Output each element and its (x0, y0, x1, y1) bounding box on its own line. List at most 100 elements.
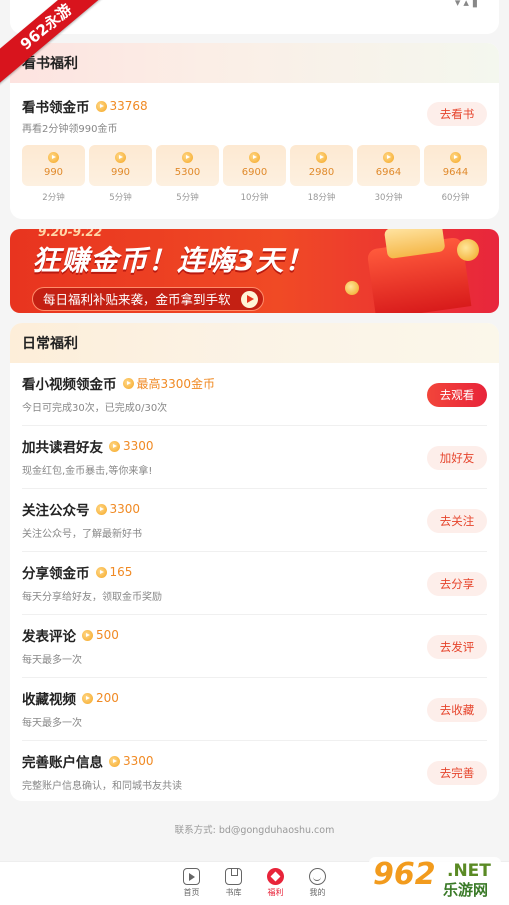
watermark-logo-number: 962 (373, 857, 436, 892)
task-reward: 3300 (109, 502, 141, 516)
reward-amount: 990 (110, 167, 131, 178)
promo-subtitle: 每日福利补贴来袭，金币拿到手软 (43, 292, 231, 307)
play-icon (183, 868, 200, 885)
task-reward: 500 (96, 628, 119, 642)
coin-icon (182, 152, 193, 163)
task-row: 完善账户信息 3300 完整账户信息确认，和同城书友共读 去完善 (22, 741, 487, 801)
daily-welfare-card: 日常福利 看小视频领金币 最高3300金币 今日可完成30次，已完成0/30次 去… (10, 323, 499, 801)
reading-welfare-header: 看书福利 (10, 43, 499, 83)
reading-task-row: 看书领金币 33768 再看2分钟领990金币 去看书 (22, 83, 487, 145)
task-desc: 关注公众号，了解最新好书 (22, 529, 142, 540)
reward-slot[interactable]: 990 5分钟 (89, 145, 152, 203)
tab-label: 我的 (309, 888, 326, 897)
arrow-right-icon (240, 291, 258, 308)
reward-amount: 2980 (308, 167, 335, 178)
task-title: 加共读君好友 (22, 440, 103, 456)
coin-icon (115, 152, 126, 163)
tab-home[interactable]: 首页 (171, 862, 213, 905)
coin-icon (345, 281, 359, 295)
reward-duration: 60分钟 (441, 193, 470, 203)
reward-amount: 6964 (375, 167, 402, 178)
coin-icon (122, 377, 134, 389)
watermark-logo-cn: 乐游网 (443, 881, 489, 899)
task-desc: 每天分享给好友，领取金币奖励 (22, 592, 162, 603)
task-desc: 每天最多一次 (22, 655, 82, 666)
coin-icon (82, 692, 93, 704)
coin-icon (249, 152, 260, 163)
reading-coin-balance: 33768 (109, 99, 148, 113)
task-title: 发表评论 (22, 629, 76, 645)
promo-subtitle-pill[interactable]: 每日福利补贴来袭，金币拿到手软 (32, 287, 264, 311)
promo-title: 狂赚金币！连嗨3天！ (32, 244, 314, 277)
coin-icon (383, 152, 394, 163)
promo-banner[interactable]: 9.20-9.22 狂赚金币！连嗨3天！ 每日福利补贴来袭，金币拿到手软 (10, 229, 499, 313)
reading-welfare-card: 看书福利 看书领金币 33768 再看2分钟领990金币 去看书 990 2分钟 … (10, 43, 499, 219)
coin-icon (82, 629, 93, 641)
task-title: 看小视频领金币 (22, 377, 117, 393)
task-title: 分享领金币 (22, 566, 90, 582)
coin-icon (95, 100, 107, 112)
go-read-button[interactable]: 去看书 (427, 102, 487, 126)
task-desc: 今日可完成30次，已完成0/30次 (22, 403, 168, 414)
task-row: 关注公众号 3300 关注公众号，了解最新好书 去关注 (22, 489, 487, 552)
reward-amount: 9644 (442, 167, 469, 178)
favorite-button[interactable]: 去收藏 (427, 698, 487, 722)
reward-amount: 6900 (241, 167, 268, 178)
reward-amount: 990 (43, 167, 64, 178)
task-desc: 每天最多一次 (22, 718, 82, 729)
gift-icon (267, 868, 284, 885)
watermark-logo-net: .NET (447, 861, 491, 881)
task-row: 收藏视频 200 每天最多一次 去收藏 (22, 678, 487, 741)
follow-button[interactable]: 去关注 (427, 509, 487, 533)
reward-duration: 2分钟 (42, 193, 65, 203)
task-reward: 200 (96, 691, 119, 705)
tab-profile[interactable]: 我的 (297, 862, 339, 905)
daily-welfare-header: 日常福利 (10, 323, 499, 363)
tab-label: 书库 (225, 888, 242, 897)
reward-duration: 5分钟 (176, 193, 199, 203)
coin-icon (457, 239, 479, 261)
reward-duration: 18分钟 (307, 193, 336, 203)
add-friend-button[interactable]: 加好友 (427, 446, 487, 470)
task-row: 分享领金币 165 每天分享给好友，领取金币奖励 去分享 (22, 552, 487, 615)
tab-label: 首页 (183, 888, 200, 897)
red-envelope-icon (366, 236, 472, 313)
reading-reward-slots: 990 2分钟 990 5分钟 5300 5分钟 6900 10分钟 2980 18分钟 … (22, 145, 487, 203)
reward-duration: 5分钟 (109, 193, 132, 203)
tab-label: 福利 (267, 888, 284, 897)
reward-slot[interactable]: 9644 60分钟 (424, 145, 487, 203)
task-row: 加共读君好友 3300 现金红包,金币暴击,等你来拿! 加好友 (22, 426, 487, 489)
status-icons: ▾▴▮ (454, 0, 481, 9)
task-reward: 3300 (123, 439, 154, 453)
complete-profile-button[interactable]: 去完善 (427, 761, 487, 785)
task-desc: 现金红包,金币暴击,等你来拿! (22, 466, 153, 477)
task-reward: 165 (109, 565, 133, 579)
reward-slot[interactable]: 6900 10分钟 (223, 145, 286, 203)
task-title: 完善账户信息 (22, 755, 103, 771)
coin-icon (316, 152, 327, 163)
reading-task-title: 看书领金币 (22, 100, 90, 116)
coin-icon (95, 566, 107, 578)
watermark-logo: 962 .NET 乐游网 (369, 857, 501, 901)
reward-slot[interactable]: 5300 5分钟 (156, 145, 219, 203)
reward-amount: 5300 (174, 167, 201, 178)
reward-duration: 10分钟 (240, 193, 269, 203)
share-button[interactable]: 去分享 (427, 572, 487, 596)
profile-icon (309, 868, 326, 885)
task-desc: 完整账户信息确认，和同城书友共读 (22, 781, 182, 792)
coin-icon (450, 152, 461, 163)
tab-welfare[interactable]: 福利 (255, 862, 297, 905)
task-row: 看小视频领金币 最高3300金币 今日可完成30次，已完成0/30次 去观看 (22, 363, 487, 426)
reward-slot[interactable]: 6964 30分钟 (357, 145, 420, 203)
coin-icon (109, 440, 120, 452)
reading-task-desc: 再看2分钟领990金币 (22, 124, 118, 135)
coin-icon (109, 755, 120, 767)
promo-date: 9.20-9.22 (38, 229, 103, 239)
comment-button[interactable]: 去发评 (427, 635, 487, 659)
contact-info: 联系方式: bd@gongduhaoshu.com (174, 825, 335, 836)
watch-video-button[interactable]: 去观看 (427, 383, 487, 407)
reward-slot[interactable]: 990 2分钟 (22, 145, 85, 203)
task-title: 关注公众号 (22, 503, 90, 519)
tab-library[interactable]: 书库 (213, 862, 255, 905)
reward-slot[interactable]: 2980 18分钟 (290, 145, 353, 203)
